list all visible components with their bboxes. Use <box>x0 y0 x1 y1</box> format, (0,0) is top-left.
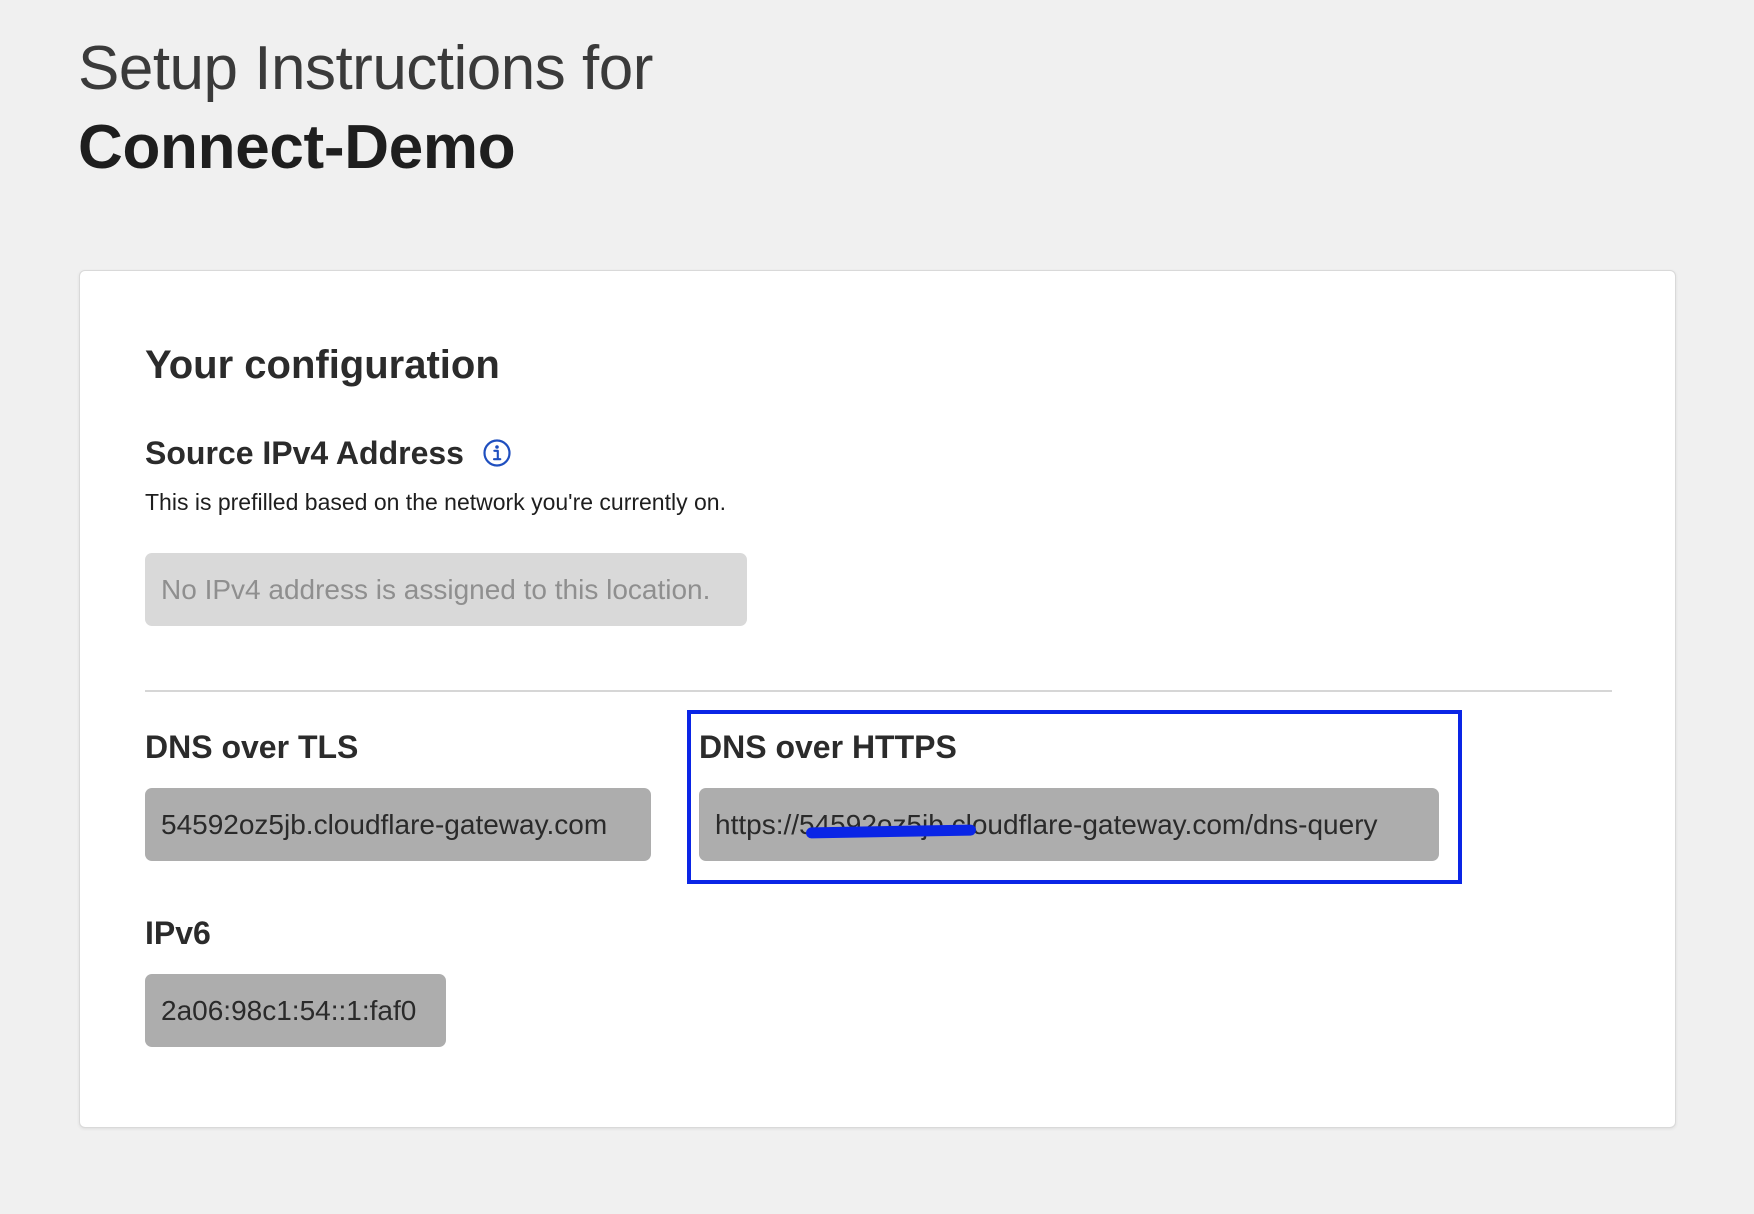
info-circle-icon[interactable] <box>482 438 512 468</box>
ipv4-label: Source IPv4 Address <box>145 435 464 471</box>
dns-over-tls-field[interactable]: 54592oz5jb.cloudflare-gateway.com <box>145 788 651 861</box>
ipv4-address-value: No IPv4 address is assigned to this loca… <box>161 573 711 605</box>
section-divider <box>145 690 1612 692</box>
ipv4-address-field[interactable]: No IPv4 address is assigned to this loca… <box>145 553 747 626</box>
configuration-card: Your configuration Source IPv4 Address T… <box>79 270 1676 1128</box>
dns-over-tls-value: 54592oz5jb.cloudflare-gateway.com <box>161 808 608 840</box>
page-title: Connect-Demo <box>78 113 516 182</box>
ipv6-address-value: 2a06:98c1:54::1:faf0 <box>161 994 417 1026</box>
ipv4-label-row: Source IPv4 Address <box>145 433 512 473</box>
dns-over-https-text-wrap: https://54592oz5jb.cloudflare-gateway.co… <box>715 809 1378 841</box>
redaction-mark <box>805 824 977 838</box>
ipv4-help-text: This is prefilled based on the network y… <box>145 489 726 515</box>
dns-over-https-label: DNS over HTTPS <box>699 729 957 765</box>
dns-over-tls-label: DNS over TLS <box>145 729 359 765</box>
dns-over-https-field[interactable]: https://54592oz5jb.cloudflare-gateway.co… <box>699 788 1439 861</box>
ipv6-label: IPv6 <box>145 915 211 951</box>
page-header: Setup Instructions for Connect-Demo <box>78 30 653 188</box>
configuration-heading: Your configuration <box>145 343 500 387</box>
page-subtitle: Setup Instructions for <box>78 34 653 103</box>
ipv6-address-field[interactable]: 2a06:98c1:54::1:faf0 <box>145 974 446 1047</box>
